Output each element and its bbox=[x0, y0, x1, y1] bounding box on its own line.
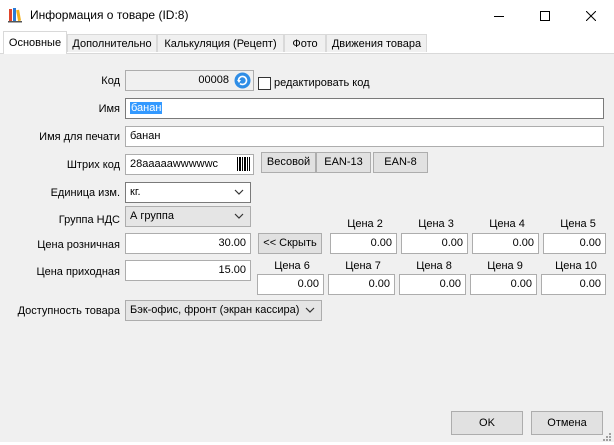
barcode-icon bbox=[237, 157, 250, 171]
price-7-input[interactable]: 0.00 bbox=[328, 274, 395, 295]
window-title: Информация о товаре (ID:8) bbox=[30, 8, 189, 22]
purchase-price-input[interactable]: 15.00 bbox=[125, 260, 251, 281]
maximize-icon bbox=[540, 10, 550, 21]
price-6-label: Цена 6 bbox=[274, 260, 310, 272]
print-name-label: Имя для печати bbox=[39, 131, 120, 143]
ean13-button[interactable]: EAN-13 bbox=[316, 152, 371, 173]
name-input[interactable]: банан bbox=[125, 98, 604, 119]
price-10-value: 0.00 bbox=[579, 278, 601, 290]
price-3-input[interactable]: 0.00 bbox=[401, 233, 468, 254]
minimize-button[interactable] bbox=[476, 0, 522, 31]
price-2-label: Цена 2 bbox=[347, 218, 383, 230]
price-4-input[interactable]: 0.00 bbox=[472, 233, 539, 254]
price-9-label: Цена 9 bbox=[487, 260, 523, 272]
availability-label: Доступность товара bbox=[17, 305, 120, 317]
barcode-button[interactable] bbox=[236, 156, 251, 172]
price-10-label: Цена 10 bbox=[555, 260, 597, 272]
edit-code-label[interactable]: редактировать код bbox=[274, 77, 370, 89]
tab-main[interactable]: Основные bbox=[3, 31, 67, 54]
name-value: банан bbox=[130, 102, 163, 114]
chevron-down-icon bbox=[234, 213, 244, 219]
retail-price-input[interactable]: 30.00 bbox=[125, 233, 251, 254]
unit-select[interactable]: кг. bbox=[125, 182, 251, 203]
resize-grip[interactable] bbox=[600, 430, 612, 442]
price-7-label: Цена 7 bbox=[345, 260, 381, 272]
minimize-icon bbox=[494, 15, 504, 17]
code-value: 00008 bbox=[198, 74, 229, 86]
print-name-input[interactable]: банан bbox=[125, 126, 604, 147]
price-6-value: 0.00 bbox=[297, 278, 319, 290]
price-2-input[interactable]: 0.00 bbox=[330, 233, 397, 254]
chevron-down-icon bbox=[305, 307, 315, 313]
price-3-label: Цена 3 bbox=[418, 218, 454, 230]
resize-grip-icon bbox=[603, 433, 611, 441]
books-icon bbox=[8, 7, 24, 23]
vat-select[interactable]: А группа bbox=[125, 206, 251, 227]
refresh-code-button[interactable] bbox=[234, 72, 251, 89]
ok-button[interactable]: OK bbox=[451, 411, 523, 435]
price-8-label: Цена 8 bbox=[416, 260, 452, 272]
maximize-button[interactable] bbox=[522, 0, 568, 31]
barcode-input[interactable]: 28aaaaawwwwwc bbox=[125, 154, 254, 175]
retail-price-label: Цена розничная bbox=[37, 239, 120, 251]
price-5-input[interactable]: 0.00 bbox=[543, 233, 606, 254]
vat-value: А группа bbox=[130, 210, 174, 222]
price-9-input[interactable]: 0.00 bbox=[470, 274, 537, 295]
tab-photo[interactable]: Фото bbox=[284, 34, 326, 52]
refresh-icon bbox=[234, 72, 251, 89]
hide-prices-button[interactable]: << Скрыть bbox=[258, 233, 322, 254]
price-9-value: 0.00 bbox=[510, 278, 532, 290]
weight-button[interactable]: Весовой bbox=[261, 152, 316, 173]
purchase-price-value: 15.00 bbox=[218, 264, 246, 276]
edit-code-checkbox[interactable] bbox=[258, 77, 271, 90]
price-7-value: 0.00 bbox=[368, 278, 390, 290]
price-5-value: 0.00 bbox=[579, 237, 601, 249]
close-icon bbox=[586, 10, 596, 21]
close-button[interactable] bbox=[568, 0, 614, 31]
print-name-value: банан bbox=[130, 130, 161, 142]
price-4-value: 0.00 bbox=[512, 237, 534, 249]
title-bar[interactable]: Информация о товаре (ID:8) bbox=[0, 0, 614, 31]
price-3-value: 0.00 bbox=[441, 237, 463, 249]
availability-select[interactable]: Бэк-офис, фронт (экран кассира) bbox=[125, 300, 322, 321]
chevron-down-icon bbox=[234, 189, 244, 195]
unit-value: кг. bbox=[130, 186, 141, 198]
price-8-value: 0.00 bbox=[439, 278, 461, 290]
barcode-label: Штрих код bbox=[66, 159, 120, 171]
price-6-input[interactable]: 0.00 bbox=[257, 274, 324, 295]
tab-additional[interactable]: Дополнительно bbox=[67, 34, 157, 52]
retail-price-value: 30.00 bbox=[218, 237, 246, 249]
vat-label: Группа НДС bbox=[58, 214, 120, 226]
price-10-input[interactable]: 0.00 bbox=[541, 274, 606, 295]
price-8-input[interactable]: 0.00 bbox=[399, 274, 466, 295]
price-4-label: Цена 4 bbox=[489, 218, 525, 230]
ean8-button[interactable]: EAN-8 bbox=[373, 152, 428, 173]
price-2-value: 0.00 bbox=[370, 237, 392, 249]
barcode-value: 28aaaaawwwwwc bbox=[130, 158, 219, 170]
tab-calculation[interactable]: Калькуляция (Рецепт) bbox=[157, 34, 284, 52]
tab-movements[interactable]: Движения товара bbox=[326, 34, 427, 52]
name-label: Имя bbox=[98, 103, 120, 115]
unit-label: Единица изм. bbox=[50, 187, 120, 199]
code-label: Код bbox=[101, 75, 120, 87]
availability-value: Бэк-офис, фронт (экран кассира) bbox=[130, 304, 300, 316]
cancel-button[interactable]: Отмена bbox=[531, 411, 603, 435]
price-5-label: Цена 5 bbox=[560, 218, 596, 230]
purchase-price-label: Цена приходная bbox=[36, 266, 120, 278]
